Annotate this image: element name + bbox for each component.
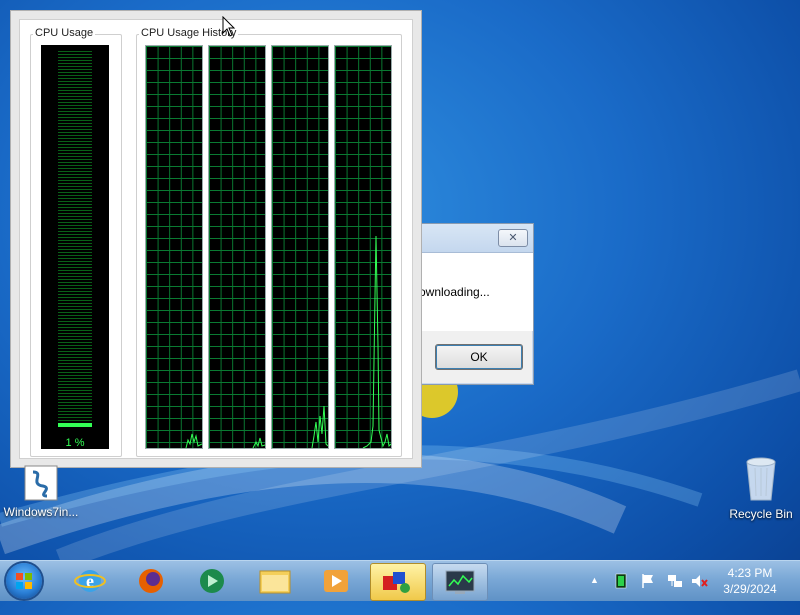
cpu-performance-window: CPU Usage 1 % CPU Usage History <box>10 10 422 468</box>
cpu-core-graph-3 <box>271 45 329 449</box>
windows-logo-icon <box>16 573 32 589</box>
recycle-bin-icon <box>746 457 776 501</box>
taskbar-task-manager[interactable] <box>432 563 488 601</box>
taskbar-media-center[interactable] <box>185 563 239 599</box>
show-hidden-icons-button[interactable]: ▲ <box>590 575 599 615</box>
taskbar-firefox[interactable] <box>124 563 178 599</box>
taskbar-shapes-app[interactable] <box>370 563 426 601</box>
system-clock[interactable]: 4:23 PM 3/29/2024 <box>705 565 795 597</box>
cpu-core-graph-1 <box>145 45 203 449</box>
desktop-icon-label: Recycle Bin <box>729 507 793 521</box>
dialog-message: ownloading... <box>419 285 490 299</box>
taskbar-internet-explorer[interactable]: e <box>63 563 117 599</box>
cpu-usage-title: CPU Usage <box>33 27 96 39</box>
installer-icon <box>24 465 58 501</box>
taskbar: e ▲ 4:23 PM 3/29/2024 <box>0 560 800 601</box>
shapes-app-icon <box>383 572 410 593</box>
cpu-usage-meter: 1 % <box>41 45 109 449</box>
cpu-usage-group: CPU Usage 1 % <box>30 27 122 457</box>
clock-date: 3/29/2024 <box>723 582 777 596</box>
cpu-core-graph-4 <box>334 45 392 449</box>
desktop-icon-recycle-bin[interactable]: Recycle Bin <box>722 456 800 521</box>
file-explorer-icon <box>259 570 291 594</box>
mouse-cursor-icon <box>222 16 236 37</box>
desktop-icon-label: Windows7in... <box>3 505 79 519</box>
core-3-line <box>311 405 328 448</box>
cpu-history-group: CPU Usage History <box>136 27 402 457</box>
core-4-line <box>362 235 391 448</box>
dialog-close-button[interactable]: ✕ <box>498 229 528 247</box>
meter-bars <box>58 51 92 427</box>
cpu-meter-tray-icon[interactable] <box>615 573 627 589</box>
action-center-flag-icon[interactable] <box>640 573 656 589</box>
internet-explorer-icon: e <box>74 570 106 592</box>
dialog-content: ownloading... <box>409 253 533 331</box>
core-1-line <box>185 433 202 448</box>
network-icon[interactable] <box>666 572 684 590</box>
clock-time: 4:23 PM <box>727 566 773 580</box>
firefox-icon <box>139 569 163 593</box>
meter-fill <box>58 423 92 427</box>
performance-panel: CPU Usage 1 % CPU Usage History <box>19 19 413 459</box>
cpu-core-graph-2 <box>208 45 266 449</box>
core-2-line <box>252 437 265 448</box>
download-dialog: ✕ ownloading... OK <box>408 223 534 385</box>
task-manager-icon <box>445 570 475 594</box>
desktop-icon-windows7installer[interactable]: Windows7in... <box>2 464 80 519</box>
taskbar-media-player[interactable] <box>309 563 363 599</box>
cpu-percent-label: 1 % <box>65 437 85 449</box>
taskbar-file-explorer[interactable] <box>248 563 302 599</box>
media-center-icon <box>200 569 224 593</box>
media-player-icon <box>324 570 348 592</box>
ok-button[interactable]: OK <box>435 344 523 370</box>
start-button[interactable] <box>6 563 42 599</box>
